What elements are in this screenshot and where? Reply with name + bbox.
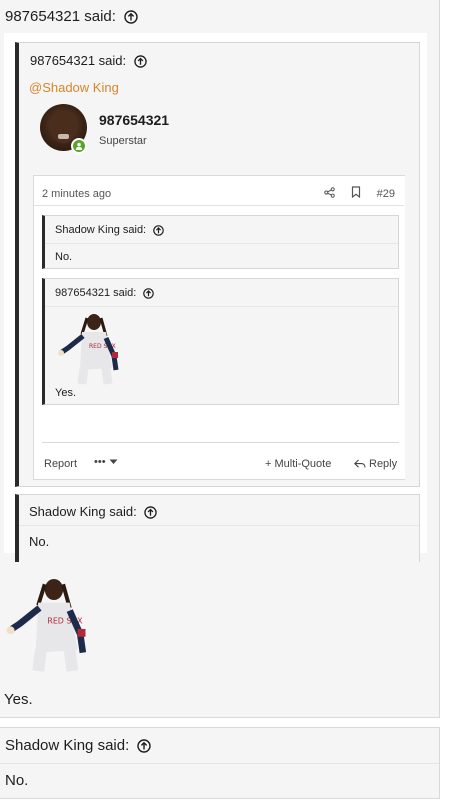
divider [42,442,399,443]
inner-quote-header[interactable]: 987654321 said: [30,53,147,68]
nested-quote-text: No. [55,251,73,263]
share-icon[interactable] [323,186,335,201]
multi-quote-button[interactable]: + Multi-Quote [265,458,331,470]
reply-button[interactable]: Reply [354,458,397,470]
bookmark-icon[interactable] [351,186,361,201]
shadow-king-quote: Shadow King said: No. [15,494,420,562]
quote-text: No. [29,534,50,549]
arrow-up-circle-icon[interactable] [143,287,155,299]
arrow-up-circle-icon[interactable] [134,55,147,68]
nested-quote-author[interactable]: Shadow King said: [55,224,146,236]
divider [45,306,398,307]
divider [19,525,419,526]
divider [0,763,439,764]
reply-label: Reply [369,458,398,470]
outer-quote-header[interactable]: 987654321 said: [5,8,138,25]
outer-quote-text: Yes. [4,691,33,708]
nested-quote-header[interactable]: 987654321 said: [55,287,155,299]
post-timestamp[interactable]: 2 minutes ago [42,188,111,200]
quote-author[interactable]: Shadow King said: [29,504,137,519]
arrow-up-circle-icon[interactable] [124,10,138,24]
chevron-down-icon [109,459,118,464]
last-quote-block: Shadow King said: No. [0,727,440,799]
nested-quote-author[interactable]: 987654321 said: [55,287,136,299]
user-mention-link[interactable]: @Shadow King [29,80,119,95]
embedded-post: 987654321 said: @Shadow King 987654321 S… [4,33,427,562]
post-actions: #29 [308,186,395,201]
divider [45,243,398,244]
outer-quote-block: 987654321 said: 987654321 said: @Shadow … [0,0,440,718]
arrow-up-circle-icon[interactable] [137,739,152,753]
nested-quote-header[interactable]: Shadow King said: [55,224,164,236]
quote-author[interactable]: Shadow King said: [5,737,129,754]
baseball-player-image: RED SOX [58,314,119,385]
nested-quote-shadow-king: Shadow King said: No. [42,215,399,269]
inner-quote-author[interactable]: 987654321 said: [30,53,126,68]
quote-text: No. [5,772,29,789]
more-options-button[interactable]: ••• [94,456,118,468]
report-link[interactable]: Report [44,458,77,470]
arrow-up-circle-icon[interactable] [144,506,158,519]
avatar-mouth [58,134,69,139]
more-dots: ••• [94,456,106,468]
divider [34,205,404,206]
poster-name[interactable]: 987654321 [99,112,169,128]
poster-title: Superstar [99,135,147,147]
outer-quote-author[interactable]: 987654321 said: [5,8,116,25]
user-icon [75,142,83,150]
baseball-player-image: RED SOX [6,579,87,672]
nested-quote-text: Yes. [55,387,77,399]
quote-header[interactable]: Shadow King said: [29,504,158,519]
nested-quote-987654321: 987654321 said: RED SOX Yes. [42,278,399,405]
inner-quote-block: 987654321 said: @Shadow King 987654321 S… [15,42,420,487]
reply-icon [354,459,366,468]
arrow-up-circle-icon[interactable] [153,224,164,236]
post-number-link[interactable]: #29 [377,188,395,200]
post-body: 2 minutes ago #29 Shadow King said: No. … [33,175,405,480]
online-status-badge [71,138,87,154]
quote-header[interactable]: Shadow King said: [5,737,152,754]
